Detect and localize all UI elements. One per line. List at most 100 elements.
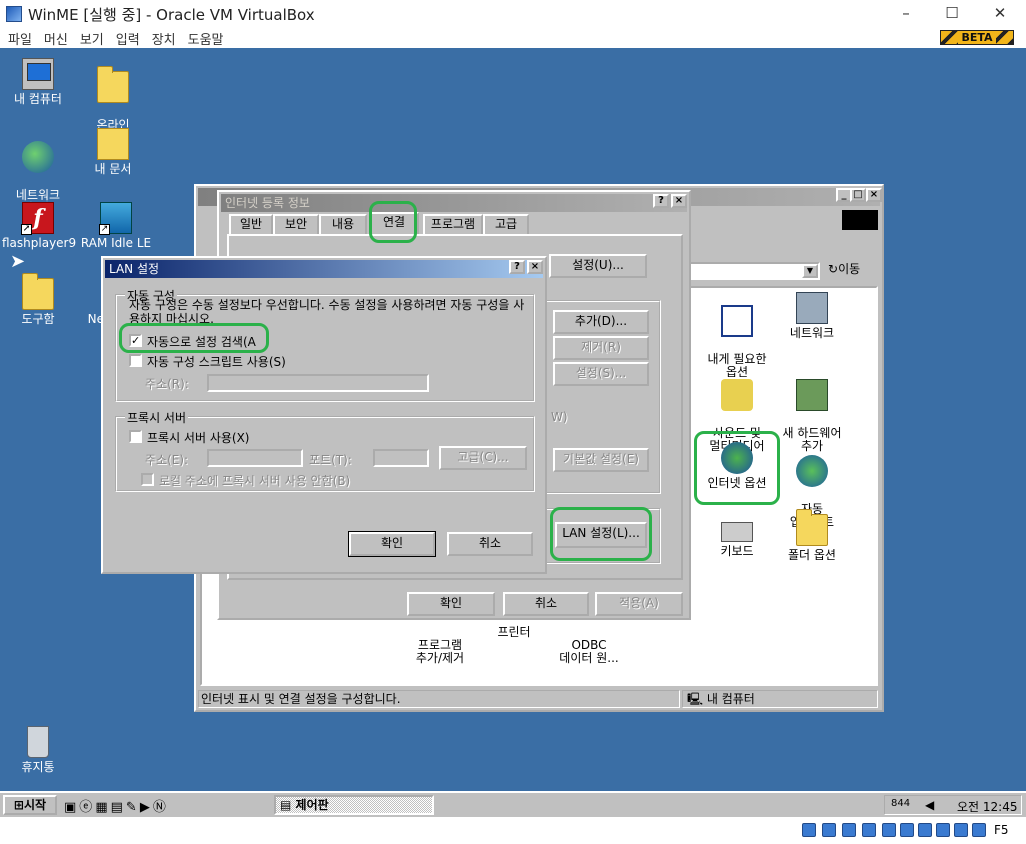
- cp-item-network[interactable]: 네트워크: [772, 292, 852, 340]
- network-icon: [796, 292, 828, 324]
- volume-icon[interactable]: ◀: [925, 798, 934, 812]
- desktop-icon-flashplayer[interactable]: f ↗ flashplayer9: [2, 202, 76, 250]
- proxy-checkbox[interactable]: [129, 430, 142, 443]
- desktop-icon-recycle-bin[interactable]: 휴지통: [2, 726, 74, 774]
- go-button[interactable]: ↻이동: [828, 260, 878, 282]
- hard-disk-icon[interactable]: [802, 823, 816, 837]
- host-window-title: WinME [실행 중] - Oracle VM VirtualBox: [28, 5, 315, 24]
- menu-help[interactable]: 도움말: [188, 29, 224, 48]
- host-status-bar: F5: [0, 817, 1026, 844]
- quick-launch: ▣ⓔ▦▤✎▶Ⓝ: [64, 796, 224, 815]
- desktop-icon-ram-idle[interactable]: ↗ RAM Idle LE: [80, 202, 152, 250]
- my-computer-icon: [22, 58, 54, 90]
- my-computer-icon: 🖳: [687, 692, 704, 706]
- auto-script-checkbox[interactable]: [129, 354, 142, 367]
- close-icon[interactable]: ×: [527, 260, 543, 274]
- script-address-field[interactable]: [207, 374, 429, 392]
- desktop-icon-my-documents[interactable]: 내 문서: [77, 128, 149, 176]
- status-text: 인터넷 표시 및 연결 설정을 구성합니다.: [198, 690, 680, 708]
- recording-icon[interactable]: [954, 823, 968, 837]
- taskbar-control-panel[interactable]: ▤ 제어판: [274, 795, 434, 815]
- mail-icon[interactable]: ▤: [111, 800, 126, 815]
- close-icon[interactable]: ×: [671, 194, 687, 208]
- tab-general[interactable]: 일반: [229, 214, 273, 234]
- netscape-icon[interactable]: Ⓝ: [153, 800, 169, 815]
- settings-button[interactable]: 설정(S)...: [553, 362, 649, 386]
- auto-config-description: 자동 구성은 수동 설정보다 우선합니다. 수동 설정을 사용하려면 자동 구성…: [129, 298, 525, 326]
- network-neighborhood-icon: [22, 141, 54, 173]
- cp-item-keyboard[interactable]: 키보드: [697, 514, 777, 558]
- menu-view[interactable]: 보기: [80, 29, 104, 48]
- proxy-advanced-button[interactable]: 고급(C)...: [439, 446, 527, 470]
- maximize-icon[interactable]: ☐: [942, 4, 962, 22]
- default-button[interactable]: 기본값 설정(E): [553, 448, 649, 472]
- maximize-icon[interactable]: □: [850, 188, 866, 202]
- speaker-icon: [721, 379, 753, 411]
- script-address-label: 주소(R):: [145, 377, 189, 391]
- tab-advanced[interactable]: 고급: [483, 214, 529, 234]
- audio-icon[interactable]: [862, 823, 876, 837]
- proxy-legend: 프록시 서버: [125, 409, 189, 426]
- start-button[interactable]: ⊞시작: [3, 795, 57, 815]
- add-hardware-icon: [796, 379, 828, 411]
- proxy-address-label: 주소(E):: [145, 453, 189, 467]
- remove-button[interactable]: 제거(R): [553, 336, 649, 360]
- help-icon[interactable]: ?: [653, 194, 669, 208]
- cp-item-printers[interactable]: 프린터: [474, 626, 554, 639]
- floppy-icon[interactable]: [842, 823, 856, 837]
- menu-input[interactable]: 입력: [116, 29, 140, 48]
- tab-security[interactable]: 보안: [273, 214, 319, 234]
- inet-ok-button[interactable]: 확인: [407, 592, 495, 616]
- chevron-down-icon[interactable]: ▼: [802, 264, 818, 278]
- tray-text: 844: [891, 798, 911, 809]
- ie-icon[interactable]: ⓔ: [79, 800, 95, 815]
- host-title-bar: WinME [실행 중] - Oracle VM VirtualBox – ☐ …: [0, 0, 1026, 28]
- highlight-connections-tab: [369, 201, 417, 243]
- windows-flag-icon: ⊞: [13, 798, 24, 812]
- cp-item-folder-options[interactable]: 폴더 옵션: [772, 509, 852, 562]
- menu-machine[interactable]: 머신: [44, 29, 68, 48]
- help-icon[interactable]: ?: [509, 260, 525, 274]
- host-menu-bar: 파일 머신 보기 입력 장치 도움말: [0, 28, 1026, 48]
- tab-content[interactable]: 내용: [319, 214, 367, 234]
- desktop-icon-partial[interactable]: Ne: [62, 278, 104, 326]
- highlight-internet-options: [694, 431, 780, 505]
- apply-button[interactable]: 적용(A): [595, 592, 683, 616]
- address-combo[interactable]: ▼: [686, 262, 820, 280]
- proxy-address-field[interactable]: [207, 449, 303, 467]
- menu-file[interactable]: 파일: [8, 29, 32, 48]
- taskbar: ⊞시작 ▣ⓔ▦▤✎▶Ⓝ ▤ 제어판 844 ◀ 오전 12:45: [0, 791, 1026, 817]
- system-tray: 844 ◀ 오전 12:45: [884, 795, 1022, 815]
- minimize-icon[interactable]: –: [896, 4, 916, 22]
- tools-icon[interactable]: ✎: [126, 800, 140, 815]
- media-icon[interactable]: ▶: [140, 800, 153, 815]
- display-icon[interactable]: [936, 823, 950, 837]
- folder-icon: [22, 273, 54, 310]
- desktop-icon[interactable]: ▣: [64, 800, 79, 815]
- shared-folder-icon[interactable]: [918, 823, 932, 837]
- close-icon[interactable]: ×: [866, 188, 882, 202]
- desktop-icon-my-computer[interactable]: 내 컴퓨터: [2, 58, 74, 106]
- close-icon[interactable]: ✕: [990, 4, 1010, 22]
- virtualbox-icon: [6, 6, 22, 22]
- optical-drive-icon[interactable]: [822, 823, 836, 837]
- lan-cancel-button[interactable]: 취소: [447, 532, 533, 556]
- flash-icon: f ↗: [21, 202, 54, 235]
- cpu-icon[interactable]: [972, 823, 986, 837]
- add-button[interactable]: 추가(D)...: [553, 310, 649, 334]
- cp-item-add-remove[interactable]: 프로그램 추가/제거: [400, 626, 480, 678]
- network-adapter-icon[interactable]: [882, 823, 896, 837]
- menu-devices[interactable]: 장치: [152, 29, 176, 48]
- inet-cancel-button[interactable]: 취소: [503, 592, 589, 616]
- usb-icon[interactable]: [900, 823, 914, 837]
- setup-button[interactable]: 설정(U)...: [549, 254, 647, 278]
- tab-programs[interactable]: 프로그램: [423, 214, 483, 234]
- clock[interactable]: 오전 12:45: [957, 798, 1017, 815]
- cp-item-odbc[interactable]: ODBC 데이터 원...: [549, 626, 629, 678]
- network-icon[interactable]: ▦: [95, 800, 110, 815]
- proxy-port-field[interactable]: [373, 449, 429, 467]
- bypass-local-checkbox[interactable]: [141, 473, 154, 486]
- lan-ok-button[interactable]: 확인: [348, 531, 436, 557]
- auto-update-icon: [796, 455, 828, 487]
- accessibility-icon: [721, 305, 753, 337]
